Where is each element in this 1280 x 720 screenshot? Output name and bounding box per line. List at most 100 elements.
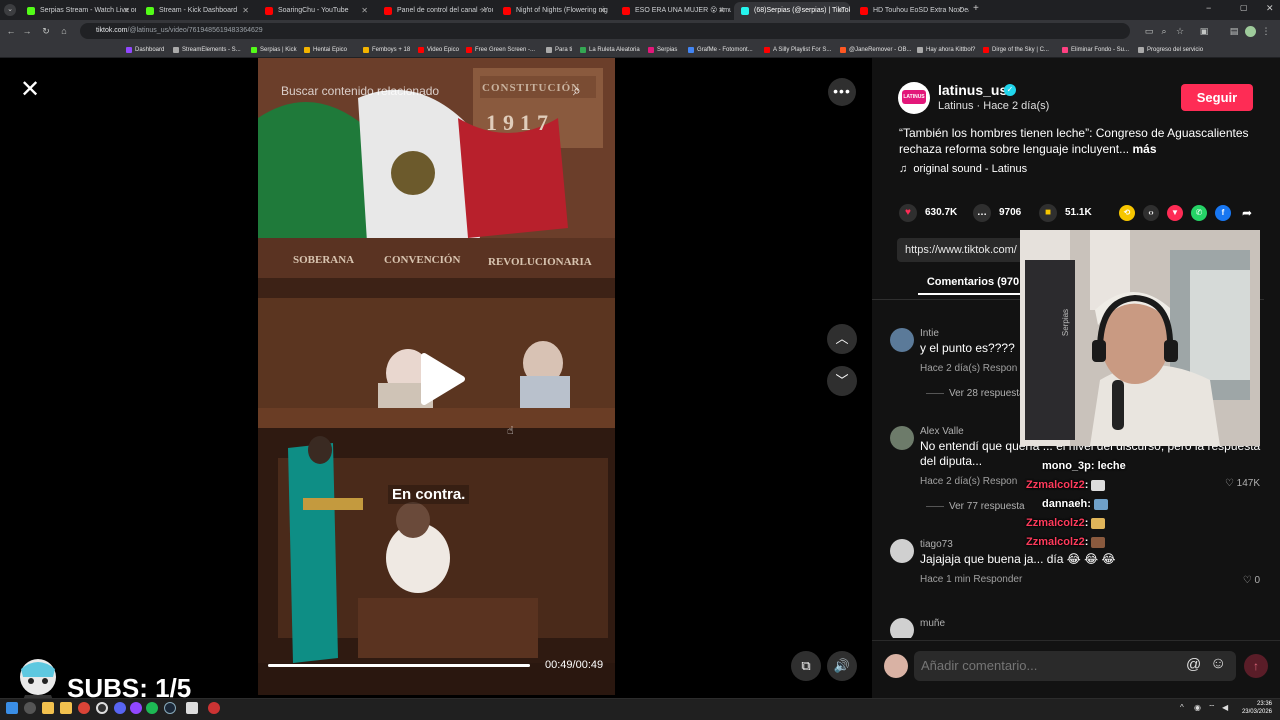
tab-close-icon[interactable]: ✕ — [242, 2, 249, 20]
bookmark-item[interactable]: Hentai Epico — [304, 44, 347, 56]
close-window-button[interactable]: ✕ — [1266, 3, 1274, 14]
view-replies-link[interactable]: Ver 77 respuesta — [926, 501, 1025, 512]
embed-icon[interactable]: ‹› — [1143, 205, 1159, 221]
bookmark-item[interactable]: GrafMe - Fotomont... — [688, 44, 753, 56]
sound-link[interactable]: ♫ original sound - Latinus — [899, 163, 1027, 175]
comment-like-count[interactable]: ♡ 0 — [1243, 575, 1260, 586]
more-options-button[interactable]: ••• — [828, 78, 856, 106]
chrome-icon[interactable] — [78, 702, 90, 714]
whatsapp-icon[interactable]: ✆ — [1191, 205, 1207, 221]
bookmark-item[interactable]: Hay ahora Kittbol? — [917, 44, 975, 56]
repost-icon[interactable]: ⟲ — [1119, 205, 1135, 221]
browser-tab[interactable]: HD Touhou EoSD Extra No Dea ✕ — [853, 2, 969, 20]
wifi-icon[interactable]: ⌔ — [1208, 703, 1216, 713]
tab-search-button[interactable]: ⌄ — [4, 4, 16, 16]
bookmark-item[interactable]: Eliminar Fondo - Su... — [1062, 44, 1129, 56]
tab-comments[interactable]: Comentarios (970 — [918, 276, 1028, 295]
previous-video-button[interactable]: ︿ — [827, 324, 857, 354]
bookmark-item[interactable]: Dirge of the Sky | C... — [983, 44, 1049, 56]
browser-tab[interactable]: Serpias Stream - Watch Live on ✕ — [20, 2, 136, 20]
comment-stat[interactable]: … 9706 — [973, 204, 1021, 222]
volume-button[interactable]: 🔊 — [827, 651, 857, 681]
comment-avatar[interactable] — [890, 426, 914, 450]
file-explorer-icon[interactable] — [42, 702, 54, 714]
bookmark-item[interactable]: Femboys + 18 — [363, 44, 410, 56]
maximize-button[interactable]: ▢ — [1240, 3, 1248, 12]
app-icon[interactable] — [130, 702, 142, 714]
sidepanel-icon[interactable]: ▤ — [1227, 23, 1241, 39]
install-app-icon[interactable]: ▭ — [1142, 23, 1156, 39]
reload-icon[interactable]: ↻ — [39, 23, 53, 39]
comment-user[interactable]: muñe — [920, 618, 945, 629]
bookmark-item[interactable]: Video Epico — [418, 44, 459, 56]
comment-avatar[interactable] — [890, 328, 914, 352]
browser-tab[interactable]: Stream - Kick Dashboard ✕ — [139, 2, 255, 20]
share-arrow-icon[interactable]: ➦ — [1239, 205, 1255, 221]
creator-username[interactable]: latinus_us — [938, 82, 1007, 98]
comment-avatar[interactable] — [890, 539, 914, 563]
view-replies-link[interactable]: Ver 28 respuesta — [926, 388, 1025, 399]
tab-close-icon[interactable]: ✕ — [123, 2, 130, 20]
minimize-button[interactable]: − — [1206, 3, 1211, 13]
creator-avatar[interactable]: LATINUS — [898, 82, 930, 114]
menu-icon[interactable]: ⋮ — [1259, 23, 1273, 39]
comment-user[interactable]: tiago73 — [920, 539, 953, 550]
like-stat[interactable]: ♥ 630.7K — [899, 204, 957, 222]
browser-tab[interactable]: SoaringChu - YouTube ✕ — [258, 2, 374, 20]
follow-button[interactable]: Seguir — [1181, 84, 1253, 111]
close-video-button[interactable]: ✕ — [16, 76, 44, 104]
new-tab-button[interactable]: + — [973, 3, 979, 14]
tray-arrow-icon[interactable]: ^ — [1180, 703, 1184, 712]
search-taskbar-icon[interactable] — [24, 702, 36, 714]
save-stat[interactable]: ■ 51.1K — [1039, 204, 1092, 222]
steam-icon[interactable] — [164, 702, 176, 714]
app-icon[interactable] — [186, 702, 198, 714]
tab-close-icon[interactable]: ✕ — [718, 2, 725, 20]
bookmark-star-icon[interactable]: ☆ — [1173, 23, 1187, 39]
zoom-icon[interactable]: ⌕ — [1157, 23, 1171, 39]
next-video-button[interactable]: ﹀ — [827, 366, 857, 396]
send-comment-button[interactable]: ↑ — [1244, 654, 1268, 678]
tab-close-icon[interactable]: ✕ — [599, 2, 606, 20]
discord-icon[interactable] — [114, 702, 126, 714]
windows-start-icon[interactable] — [6, 702, 18, 714]
bookmark-item[interactable]: StreamElements - S... — [173, 44, 241, 56]
emoji-icon[interactable]: ☺ — [1210, 655, 1226, 673]
bookmark-item[interactable]: @JaneRemover - OB... — [840, 44, 911, 56]
play-icon[interactable] — [414, 352, 468, 406]
forward-icon[interactable]: → — [20, 23, 34, 39]
mention-icon[interactable]: @ — [1186, 656, 1201, 673]
folder-icon[interactable] — [60, 702, 72, 714]
bookmark-item[interactable]: A Silly Playlist For S... — [764, 44, 831, 56]
tab-close-icon[interactable]: ✕ — [837, 2, 844, 20]
tab-close-icon[interactable]: ✕ — [956, 2, 963, 20]
tab-close-icon[interactable]: ✕ — [361, 2, 368, 20]
home-icon[interactable]: ⌂ — [57, 23, 71, 39]
app-icon[interactable] — [208, 702, 220, 714]
comment-avatar[interactable] — [890, 618, 914, 638]
browser-tab[interactable]: Night of Nights (Flowering nig ✕ — [496, 2, 612, 20]
back-icon[interactable]: ← — [4, 23, 18, 39]
bookmark-item[interactable]: Serpias — [648, 44, 677, 56]
facebook-icon[interactable]: f — [1215, 205, 1231, 221]
network-icon[interactable]: ◉ — [1194, 703, 1201, 712]
comment-user[interactable]: Alex Valle — [920, 426, 964, 437]
system-clock[interactable]: 23:36 23/03/2026 — [1238, 700, 1272, 716]
browser-tab[interactable]: ESO ERA UNA MUJER 😮 #mu ✕ — [615, 2, 731, 20]
browser-tab[interactable]: (68)Serpias (@serpias) | TikTok ✕ — [734, 2, 850, 20]
address-bar[interactable]: tiktok.com/@latinus_us/video/76194856194… — [80, 23, 1130, 39]
browser-tab[interactable]: Panel de control del canal - You ✕ — [377, 2, 493, 20]
bookmark-item[interactable]: Dashboard — [126, 44, 164, 56]
profile-avatar[interactable] — [1245, 26, 1256, 37]
pip-button[interactable]: ⧉ — [791, 651, 821, 681]
speaker-icon[interactable]: ◀ — [1222, 703, 1228, 712]
bookmark-item[interactable]: Serpias | Kick — [251, 44, 297, 56]
bookmark-item[interactable]: Free Green Screen -... — [466, 44, 535, 56]
obs-icon[interactable] — [96, 702, 108, 714]
bookmark-item[interactable]: Progreso del servicio — [1138, 44, 1203, 56]
extensions-icon[interactable]: ▣ — [1197, 23, 1211, 39]
comment-user[interactable]: Intie — [920, 328, 939, 339]
send-friend-icon[interactable]: ▼ — [1167, 205, 1183, 221]
spotify-icon[interactable] — [146, 702, 158, 714]
related-search-input[interactable]: Buscar contenido relacionado — [281, 84, 439, 98]
